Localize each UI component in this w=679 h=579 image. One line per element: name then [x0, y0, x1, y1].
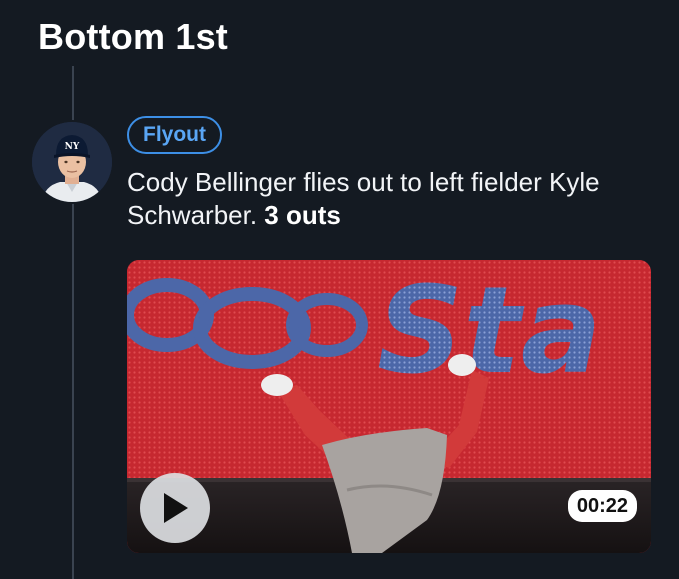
video-duration: 00:22	[567, 490, 637, 522]
play-description-text: Cody Bellinger flies out to left fielder…	[127, 167, 600, 230]
play-event: Flyout Cody Bellinger flies out to left …	[127, 116, 657, 232]
play-type-badge: Flyout	[127, 116, 222, 154]
player-avatar-icon: NY	[32, 122, 112, 202]
outs-count: 3 outs	[264, 200, 341, 230]
play-icon	[164, 493, 188, 523]
video-card[interactable]: Sta 00:22	[127, 260, 651, 553]
play-description: Cody Bellinger flies out to left fielder…	[127, 166, 657, 232]
board-letters: Sta	[377, 262, 602, 401]
play-by-play-screen: Bottom 1st NY Flyout Cody Bellinger flie…	[0, 0, 679, 579]
cap-logo: NY	[65, 142, 80, 152]
play-button[interactable]	[140, 473, 210, 543]
player-avatar[interactable]: NY	[30, 120, 114, 204]
inning-title: Bottom 1st	[38, 16, 228, 57]
